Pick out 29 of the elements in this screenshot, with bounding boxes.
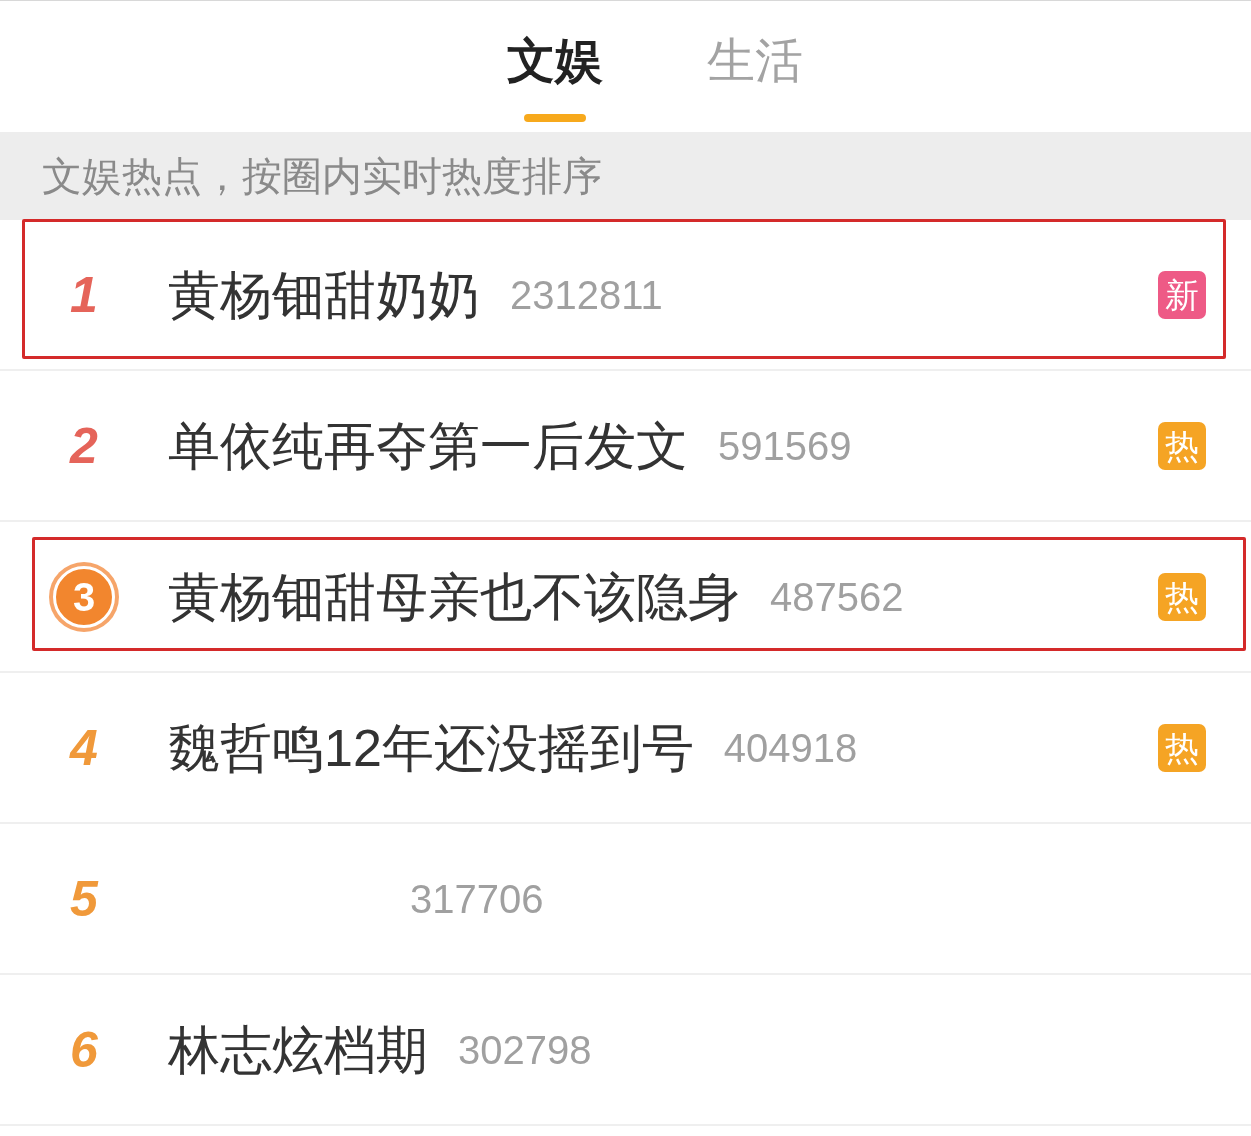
rank-number: 5 [70, 873, 98, 924]
topic-title[interactable]: 单依纯再夺第一后发文 [168, 419, 688, 472]
topic-row[interactable]: 4 魏哲鸣12年还没摇到号 404918 热 [0, 673, 1251, 824]
rank-number: 2 [70, 420, 98, 471]
heat-count: 317706 [410, 878, 544, 919]
topic-badge: 新 [1158, 270, 1206, 319]
rank-number: 6 [70, 1024, 98, 1075]
rank-number: 4 [70, 722, 98, 773]
rank-number: 1 [70, 269, 98, 320]
tab-underline [523, 114, 586, 122]
topic-title[interactable]: 黄杨钿甜奶奶 [168, 268, 480, 321]
heat-count: 404918 [723, 727, 858, 768]
topic-title[interactable]: 黄杨钿甜母亲也不该隐身 [168, 570, 740, 623]
topic-row[interactable]: 1 黄杨钿甜奶奶 2312811 新 [0, 220, 1251, 371]
topic-badge: 热 [1158, 572, 1206, 621]
heat-count: 487562 [770, 576, 904, 617]
topic-badge: 热 [1158, 723, 1206, 772]
topic-row[interactable]: 6 林志炫档期 302798 [0, 975, 1251, 1126]
topic-title[interactable]: 魏哲鸣12年还没摇到号 [168, 721, 694, 774]
topic-badge: 热 [1158, 421, 1206, 470]
topic-title[interactable]: 林志炫档期 [168, 1023, 428, 1076]
category-tab[interactable]: 文娱 [454, 1, 655, 132]
topic-row[interactable]: 2 单依纯再夺第一后发文 591569 热 [0, 371, 1251, 522]
heat-count: 302798 [458, 1029, 592, 1070]
section-caption: 文娱热点，按圈内实时热度排序 [42, 156, 602, 196]
rank-medal: 3 [53, 565, 115, 628]
heat-count: 591569 [718, 425, 852, 466]
topic-row[interactable]: 3 黄杨钿甜母亲也不该隐身 487562 热 [0, 522, 1251, 673]
heat-count: 2312811 [510, 274, 663, 315]
